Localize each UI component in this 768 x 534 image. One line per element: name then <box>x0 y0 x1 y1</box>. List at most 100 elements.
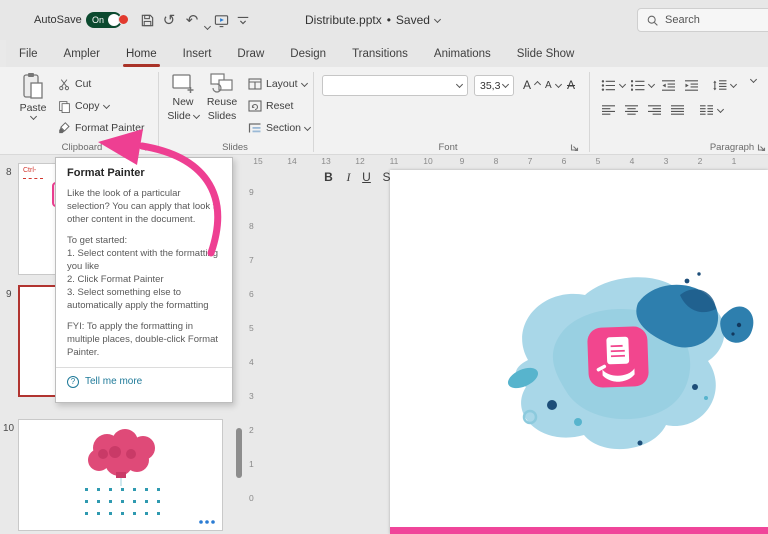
increase-indent-button[interactable] <box>680 75 703 95</box>
bold-button[interactable]: B <box>320 167 337 187</box>
shrink-font-arrow-icon <box>555 80 562 87</box>
powerpoint-window: AutoSave On ↺ ↶ Distribute.pptx • Saved … <box>0 0 768 534</box>
font-dialog-launcher-icon[interactable] <box>570 143 579 152</box>
ruler-number: 2 <box>249 425 254 435</box>
ruler-number: 15 <box>253 156 262 166</box>
tab-design[interactable]: Design <box>277 40 339 67</box>
slide-9-number: 9 <box>6 289 12 300</box>
bullet-list-icon <box>601 79 616 92</box>
font-size-combobox[interactable]: 35,3 <box>474 75 514 96</box>
new-slide-button[interactable]: New Slide <box>164 72 202 122</box>
refresh-icon[interactable]: ↺ <box>160 11 178 29</box>
ruler-number: 13 <box>321 156 330 166</box>
bottom-annotation-strip <box>390 527 768 534</box>
justify-button[interactable] <box>666 100 689 120</box>
tell-me-more-label: Tell me more <box>85 375 142 388</box>
group-divider <box>158 72 159 152</box>
customize-toolbar-icon[interactable] <box>234 11 252 29</box>
tab-transitions[interactable]: Transitions <box>339 40 421 67</box>
save-icon[interactable] <box>138 11 156 29</box>
justify-icon <box>670 104 685 117</box>
align-left-icon <box>601 104 616 117</box>
new-slide-label-1: New <box>172 96 193 108</box>
layout-chevron-icon <box>300 79 307 86</box>
section-chevron-icon <box>304 123 311 130</box>
line-spacing-button[interactable] <box>708 75 740 95</box>
autosave-toggle[interactable]: On <box>86 12 122 28</box>
align-center-icon <box>624 104 639 117</box>
tab-slide-show[interactable]: Slide Show <box>504 40 588 67</box>
slide-canvas[interactable] <box>390 170 768 534</box>
bullets-button[interactable] <box>597 75 629 95</box>
tab-home[interactable]: Home <box>113 40 170 67</box>
group-divider <box>589 72 590 152</box>
tooltip-fyi: FYI: To apply the formatting in multiple… <box>67 320 221 359</box>
align-center-button[interactable] <box>620 100 643 120</box>
slide-8-content-text: Ctrl- <box>23 167 36 174</box>
tab-insert[interactable]: Insert <box>170 40 225 67</box>
tooltip-get-started: To get started: <box>67 234 221 247</box>
tab-file[interactable]: File <box>6 40 51 67</box>
start-slideshow-icon[interactable] <box>212 11 230 29</box>
ruler-number: 8 <box>494 156 499 166</box>
ruler-number: 8 <box>249 221 254 231</box>
section-button[interactable]: Section <box>244 118 314 138</box>
paste-button[interactable]: Paste <box>14 72 52 119</box>
save-status: Saved <box>396 13 430 27</box>
ribbon-more-chevron-icon[interactable] <box>750 76 757 83</box>
shrink-font-button[interactable]: A <box>541 75 565 95</box>
copy-label: Copy <box>75 100 100 112</box>
reset-label: Reset <box>266 100 293 112</box>
clipboard-dialog-launcher-icon[interactable] <box>144 143 153 152</box>
underline-button[interactable]: U <box>358 167 375 187</box>
tooltip-title: Format Painter <box>67 167 221 180</box>
font-name-combobox[interactable] <box>322 75 468 96</box>
ruler-number: 3 <box>249 391 254 401</box>
clear-formatting-button[interactable]: A <box>563 75 579 95</box>
decrease-indent-button[interactable] <box>657 75 680 95</box>
document-title[interactable]: Distribute.pptx • Saved <box>305 0 440 40</box>
slide-8-content-squiggle <box>23 178 43 179</box>
search-icon <box>646 14 659 27</box>
reuse-slides-label-1: Reuse <box>207 96 237 108</box>
document-hand-icon <box>587 326 649 388</box>
panel-scrollbar[interactable] <box>236 428 242 478</box>
italic-button[interactable]: I <box>340 167 357 187</box>
shrink-font-letter: A <box>545 80 552 91</box>
format-painter-button[interactable]: Format Painter <box>54 118 148 138</box>
columns-button[interactable] <box>695 100 727 120</box>
tell-me-more-link[interactable]: ? Tell me more <box>67 375 221 388</box>
paragraph-dialog-launcher-icon[interactable] <box>757 143 766 152</box>
new-slide-label-2: Slide <box>167 110 190 122</box>
cut-button[interactable]: Cut <box>54 74 95 94</box>
tab-ampler[interactable]: Ampler <box>51 40 113 67</box>
slide-10-number: 10 <box>3 423 14 434</box>
horizontal-ruler[interactable]: 15 14 13 12 11 10 9 8 7 6 5 4 3 2 1 <box>250 155 768 168</box>
align-left-button[interactable] <box>597 100 620 120</box>
vertical-ruler[interactable]: 9 8 7 6 5 4 3 2 1 0 <box>246 168 260 534</box>
ribbon-tabs: File Ampler Home Insert Draw Design Tran… <box>6 40 768 67</box>
ruler-number: 5 <box>249 323 254 333</box>
ruler-number: 10 <box>423 156 432 166</box>
titlebar: AutoSave On ↺ ↶ Distribute.pptx • Saved … <box>0 0 768 40</box>
align-right-button[interactable] <box>643 100 666 120</box>
section-label: Section <box>266 122 301 134</box>
reuse-slides-button[interactable]: Reuse Slides <box>203 72 241 122</box>
ruler-number: 6 <box>562 156 567 166</box>
tab-draw[interactable]: Draw <box>224 40 277 67</box>
reset-button[interactable]: Reset <box>244 96 297 116</box>
layout-button[interactable]: Layout <box>244 74 311 94</box>
ruler-number: 4 <box>249 357 254 367</box>
ruler-number: 6 <box>249 289 254 299</box>
ruler-number: 4 <box>630 156 635 166</box>
slide-10-thumbnail[interactable] <box>18 419 223 531</box>
ruler-number: 11 <box>390 156 399 166</box>
search-box[interactable]: Search <box>637 8 768 32</box>
numbering-button[interactable] <box>626 75 658 95</box>
cut-label: Cut <box>75 78 91 90</box>
tab-animations[interactable]: Animations <box>421 40 504 67</box>
copy-button[interactable]: Copy <box>54 96 113 116</box>
grow-font-arrow-icon <box>534 80 541 87</box>
clipboard-group-label: Clipboard <box>62 142 103 153</box>
distribute-illustration <box>490 265 760 485</box>
